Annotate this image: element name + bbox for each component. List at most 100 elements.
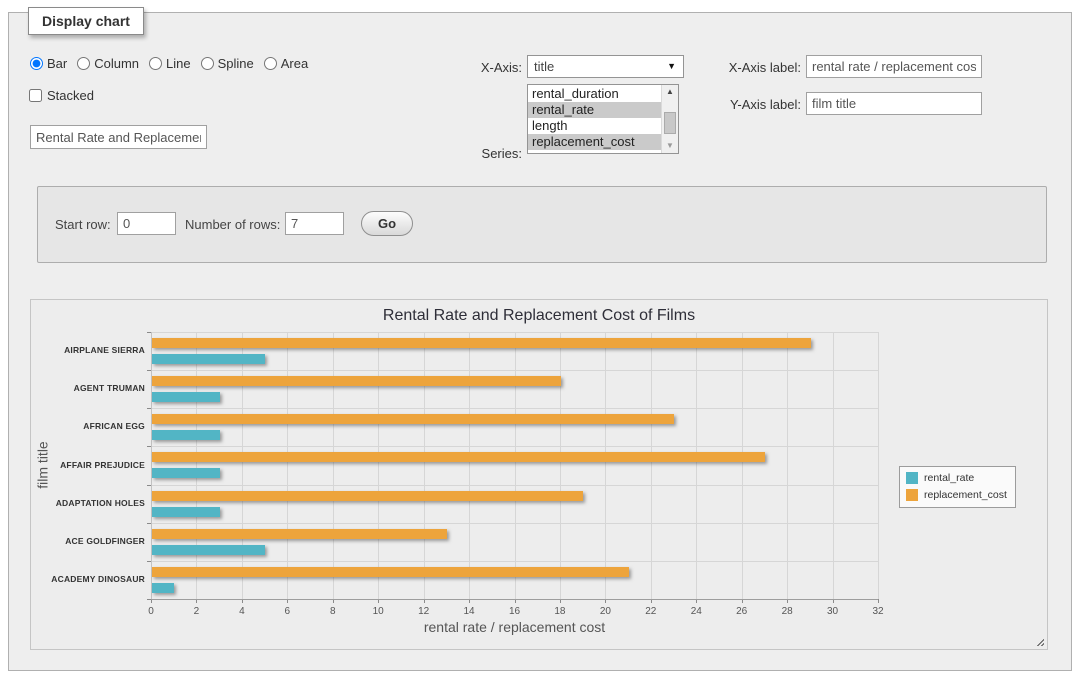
start-row-label: Start row:	[55, 217, 111, 232]
series-option-rental_duration[interactable]: rental_duration	[528, 86, 661, 102]
bar-rental_rate	[152, 545, 265, 555]
x-tick-label: 28	[772, 606, 802, 617]
panel-legend: Display chart	[28, 7, 144, 35]
x-tick-label: 2	[181, 606, 211, 617]
x-tick-label: 26	[727, 606, 757, 617]
chart-type-bar[interactable]: Bar	[30, 56, 67, 71]
chart-type-radio-spline[interactable]	[201, 57, 214, 70]
x-gridline	[605, 332, 606, 599]
y-gridline	[151, 523, 878, 524]
x-gridline	[696, 332, 697, 599]
x-tick-label: 8	[318, 606, 348, 617]
chart-type-radio-area[interactable]	[264, 57, 277, 70]
resize-grip-icon[interactable]	[1034, 636, 1044, 646]
series-option-replacement_cost[interactable]: replacement_cost	[528, 134, 661, 150]
scroll-up-icon[interactable]: ▲	[662, 88, 678, 96]
x-gridline	[833, 332, 834, 599]
x-axis-label-input[interactable]	[806, 55, 982, 78]
bar-replacement_cost	[152, 338, 811, 348]
chart-container: Rental Rate and Replacement Cost of Film…	[30, 299, 1048, 650]
scrollbar-thumb[interactable]	[664, 112, 676, 134]
bar-rental_rate	[152, 392, 220, 402]
scroll-down-icon[interactable]: ▼	[662, 142, 678, 150]
x-tick-label: 18	[545, 606, 575, 617]
bar-replacement_cost	[152, 414, 674, 424]
chart-type-label: Column	[94, 56, 139, 71]
chart-type-radio-column[interactable]	[77, 57, 90, 70]
series-option-length[interactable]: length	[528, 118, 661, 134]
x-axis-label-field-label: X-Axis label:	[701, 60, 801, 75]
bar-replacement_cost	[152, 529, 447, 539]
stacked-checkbox[interactable]	[29, 89, 42, 102]
bar-rental_rate	[152, 430, 220, 440]
bar-rental_rate	[152, 354, 265, 364]
x-tick-label: 32	[863, 606, 893, 617]
chart-type-radio-bar[interactable]	[30, 57, 43, 70]
chart-type-label: Line	[166, 56, 191, 71]
legend-swatch-rental_rate	[906, 472, 918, 484]
series-option-rental_rate[interactable]: rental_rate	[528, 102, 661, 118]
bar-replacement_cost	[152, 491, 583, 501]
y-gridline	[151, 370, 878, 371]
legend-swatch-replacement_cost	[906, 489, 918, 501]
x-tick-label: 30	[818, 606, 848, 617]
bar-rental_rate	[152, 583, 174, 593]
number-of-rows-input[interactable]	[285, 212, 344, 235]
chart-title-input[interactable]	[30, 125, 207, 149]
bar-replacement_cost	[152, 452, 765, 462]
x-tick-label: 0	[136, 606, 166, 617]
chart-type-column[interactable]: Column	[77, 56, 139, 71]
x-tick-label: 16	[500, 606, 530, 617]
x-axis-select[interactable]: title ▼	[527, 55, 684, 78]
y-axis-label-input[interactable]	[806, 92, 982, 115]
series-options: rental_durationrental_ratelengthreplacem…	[528, 85, 661, 153]
x-tick-label: 12	[409, 606, 439, 617]
number-of-rows-label: Number of rows:	[185, 217, 280, 232]
x-tick-label: 4	[227, 606, 257, 617]
x-gridline	[787, 332, 788, 599]
x-axis-select-label: X-Axis:	[422, 60, 522, 75]
chart-type-radio-line[interactable]	[149, 57, 162, 70]
x-gridline	[515, 332, 516, 599]
x-axis-selected-value: title	[534, 59, 554, 74]
chart-type-area[interactable]: Area	[264, 56, 308, 71]
bar-rental_rate	[152, 507, 220, 517]
x-gridline	[651, 332, 652, 599]
bar-replacement_cost	[152, 376, 561, 386]
go-button[interactable]: Go	[361, 211, 413, 236]
x-gridline	[333, 332, 334, 599]
series-select-label: Series:	[422, 146, 522, 161]
y-axis-title: film title	[35, 332, 53, 599]
y-gridline	[151, 332, 878, 333]
series-listbox[interactable]: rental_durationrental_ratelengthreplacem…	[527, 84, 679, 154]
stacked-label: Stacked	[47, 88, 94, 103]
x-tick-label: 6	[272, 606, 302, 617]
x-gridline	[469, 332, 470, 599]
x-gridline	[878, 332, 879, 599]
chart-type-label: Area	[281, 56, 308, 71]
chevron-down-icon: ▼	[667, 62, 676, 71]
series-listbox-scrollbar[interactable]: ▲ ▼	[661, 85, 678, 153]
legend-item-rental_rate[interactable]: rental_rate	[906, 472, 1007, 484]
y-axis-line	[151, 332, 152, 599]
chart-type-label: Bar	[47, 56, 67, 71]
x-gridline	[196, 332, 197, 599]
chart-type-line[interactable]: Line	[149, 56, 191, 71]
legend-item-replacement_cost[interactable]: replacement_cost	[906, 489, 1007, 501]
bar-replacement_cost	[152, 567, 629, 577]
chart-type-spline[interactable]: Spline	[201, 56, 254, 71]
x-gridline	[287, 332, 288, 599]
stacked-row: Stacked	[29, 88, 94, 103]
x-axis-line	[151, 599, 878, 600]
chart-legend: rental_rate replacement_cost	[899, 466, 1016, 508]
start-row-input[interactable]	[117, 212, 176, 235]
x-gridline	[242, 332, 243, 599]
y-gridline	[151, 561, 878, 562]
chart-type-group: Bar Column Line Spline Area	[30, 56, 308, 71]
x-tick-label: 22	[636, 606, 666, 617]
bar-rental_rate	[152, 468, 220, 478]
y-axis-label-field-label: Y-Axis label:	[701, 97, 801, 112]
x-tick-label: 20	[590, 606, 620, 617]
x-gridline	[742, 332, 743, 599]
x-tick-label: 24	[681, 606, 711, 617]
